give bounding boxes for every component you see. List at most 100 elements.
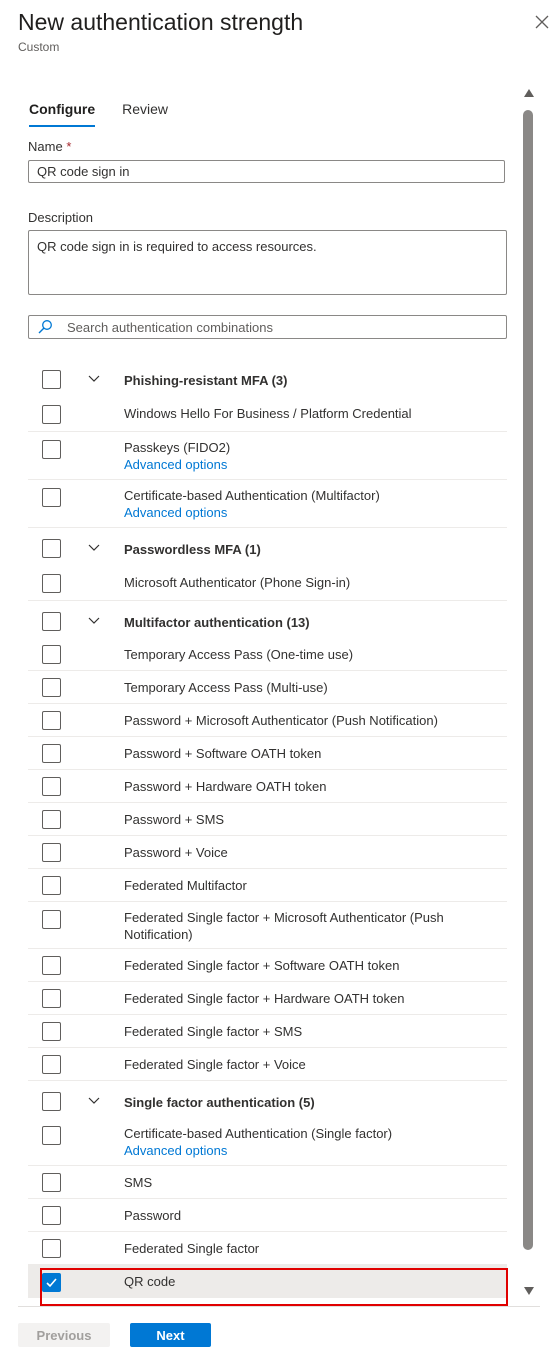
checkbox[interactable] bbox=[42, 777, 61, 796]
item-label: Federated Single factor + SMS bbox=[124, 1024, 303, 1039]
checkmark-icon bbox=[46, 1278, 57, 1288]
group-phishing-resistant-mfa: Phishing-resistant MFA (3) bbox=[28, 363, 507, 396]
checkbox[interactable] bbox=[42, 1022, 61, 1041]
search-box bbox=[28, 315, 507, 339]
item-label: Federated Single factor + Microsoft Auth… bbox=[124, 910, 444, 942]
checkbox[interactable] bbox=[42, 1206, 61, 1225]
advanced-options-link[interactable]: Advanced options bbox=[124, 504, 467, 521]
name-input[interactable] bbox=[28, 160, 505, 183]
checkbox[interactable] bbox=[42, 440, 61, 459]
chevron-down-icon[interactable] bbox=[87, 1094, 101, 1108]
item-label: QR code bbox=[124, 1274, 176, 1289]
item-label: Temporary Access Pass (One-time use) bbox=[124, 647, 354, 662]
item-label: Federated Single factor + Hardware OATH … bbox=[124, 991, 405, 1006]
name-label: Name * bbox=[28, 139, 72, 154]
close-button[interactable] bbox=[534, 14, 552, 32]
group-single-factor-authentication: Single factor authentication (5) bbox=[28, 1081, 507, 1118]
checkbox-checked[interactable] bbox=[42, 1273, 61, 1292]
list-item: Microsoft Authenticator (Phone Sign-in) bbox=[28, 565, 507, 601]
scroll-down-arrow-icon[interactable] bbox=[522, 1284, 536, 1298]
item-label: Federated Multifactor bbox=[124, 878, 247, 893]
required-marker: * bbox=[66, 139, 72, 154]
checkbox[interactable] bbox=[42, 876, 61, 895]
list-item: Federated Single factor + Voice bbox=[28, 1048, 507, 1081]
item-label: Passkeys (FIDO2) Advanced options bbox=[124, 439, 467, 473]
checkbox[interactable] bbox=[42, 405, 61, 424]
item-label: Password bbox=[124, 1208, 182, 1223]
item-label: Certificate-based Authentication (Single… bbox=[124, 1125, 467, 1159]
checkbox[interactable] bbox=[42, 1239, 61, 1258]
item-label: Windows Hello For Business / Platform Cr… bbox=[124, 406, 412, 421]
tab-configure[interactable]: Configure bbox=[29, 101, 96, 127]
checkbox[interactable] bbox=[42, 574, 61, 593]
checkbox[interactable] bbox=[42, 711, 61, 730]
checkbox[interactable] bbox=[42, 645, 61, 664]
panel-header: New authentication strength Custom bbox=[18, 7, 518, 54]
checkbox[interactable] bbox=[42, 612, 61, 631]
group-label: Single factor authentication (5) bbox=[124, 1095, 315, 1110]
footer-divider bbox=[18, 1306, 540, 1307]
close-icon bbox=[535, 15, 549, 29]
checkbox[interactable] bbox=[42, 678, 61, 697]
description-label: Description bbox=[28, 210, 94, 225]
list-item: Password + Voice bbox=[28, 836, 507, 869]
item-label: Federated Single factor + Voice bbox=[124, 1057, 306, 1072]
item-label: SMS bbox=[124, 1175, 153, 1190]
advanced-options-link[interactable]: Advanced options bbox=[124, 456, 467, 473]
list-item: Password bbox=[28, 1199, 507, 1232]
item-label: Password + Software OATH token bbox=[124, 746, 322, 761]
checkbox[interactable] bbox=[42, 1092, 61, 1111]
chevron-down-icon[interactable] bbox=[87, 541, 101, 555]
list-item: Temporary Access Pass (One-time use) bbox=[28, 638, 507, 671]
list-item: Federated Single factor + Hardware OATH … bbox=[28, 982, 507, 1015]
item-label: Federated Single factor + Software OATH … bbox=[124, 958, 400, 973]
search-input[interactable] bbox=[65, 318, 506, 336]
description-textarea[interactable]: QR code sign in is required to access re… bbox=[28, 230, 507, 295]
page-subtitle: Custom bbox=[18, 40, 60, 54]
checkbox[interactable] bbox=[42, 539, 61, 558]
checkbox[interactable] bbox=[42, 1173, 61, 1192]
checkbox[interactable] bbox=[42, 810, 61, 829]
checkbox[interactable] bbox=[42, 744, 61, 763]
chevron-down-icon[interactable] bbox=[87, 614, 101, 628]
group-label: Multifactor authentication (13) bbox=[124, 615, 310, 630]
tab-bar: Configure Review bbox=[29, 101, 195, 127]
next-button[interactable]: Next bbox=[130, 1323, 211, 1347]
list-item: Federated Single factor + SMS bbox=[28, 1015, 507, 1048]
checkbox[interactable] bbox=[42, 910, 61, 929]
list-item: Temporary Access Pass (Multi-use) bbox=[28, 671, 507, 704]
item-label: Certificate-based Authentication (Multif… bbox=[124, 487, 467, 521]
list-item-selected: QR code bbox=[28, 1265, 507, 1298]
group-multifactor-authentication: Multifactor authentication (13) bbox=[28, 601, 507, 638]
checkbox[interactable] bbox=[42, 1126, 61, 1145]
page-title: New authentication strength bbox=[18, 9, 304, 35]
item-label: Password + Voice bbox=[124, 845, 228, 860]
list-item: Password + SMS bbox=[28, 803, 507, 836]
item-label: Password + Microsoft Authenticator (Push… bbox=[124, 713, 438, 728]
group-label: Phishing-resistant MFA (3) bbox=[124, 373, 288, 388]
item-label: Temporary Access Pass (Multi-use) bbox=[124, 680, 328, 695]
checkbox[interactable] bbox=[42, 1055, 61, 1074]
list-item: Windows Hello For Business / Platform Cr… bbox=[28, 396, 507, 432]
list-item: Password + Hardware OATH token bbox=[28, 770, 507, 803]
item-label: Password + Hardware OATH token bbox=[124, 779, 327, 794]
checkbox[interactable] bbox=[42, 370, 61, 389]
list-item: Federated Single factor + Microsoft Auth… bbox=[28, 902, 507, 949]
scroll-up-arrow-icon[interactable] bbox=[522, 86, 536, 100]
checkbox[interactable] bbox=[42, 989, 61, 1008]
scrollbar[interactable] bbox=[520, 86, 538, 1298]
previous-button[interactable]: Previous bbox=[18, 1323, 110, 1347]
tab-review[interactable]: Review bbox=[122, 101, 168, 127]
search-icon bbox=[38, 320, 52, 334]
checkbox[interactable] bbox=[42, 843, 61, 862]
advanced-options-link[interactable]: Advanced options bbox=[124, 1142, 467, 1159]
checkbox[interactable] bbox=[42, 488, 61, 507]
checkbox[interactable] bbox=[42, 956, 61, 975]
chevron-down-icon[interactable] bbox=[87, 372, 101, 386]
list-item: Certificate-based Authentication (Multif… bbox=[28, 480, 507, 528]
scroll-thumb[interactable] bbox=[523, 110, 533, 1250]
list-item: Passkeys (FIDO2) Advanced options bbox=[28, 432, 507, 480]
authentication-combinations-list: Phishing-resistant MFA (3) Windows Hello… bbox=[28, 363, 507, 1298]
list-item: Federated Multifactor bbox=[28, 869, 507, 902]
list-item: Password + Microsoft Authenticator (Push… bbox=[28, 704, 507, 737]
